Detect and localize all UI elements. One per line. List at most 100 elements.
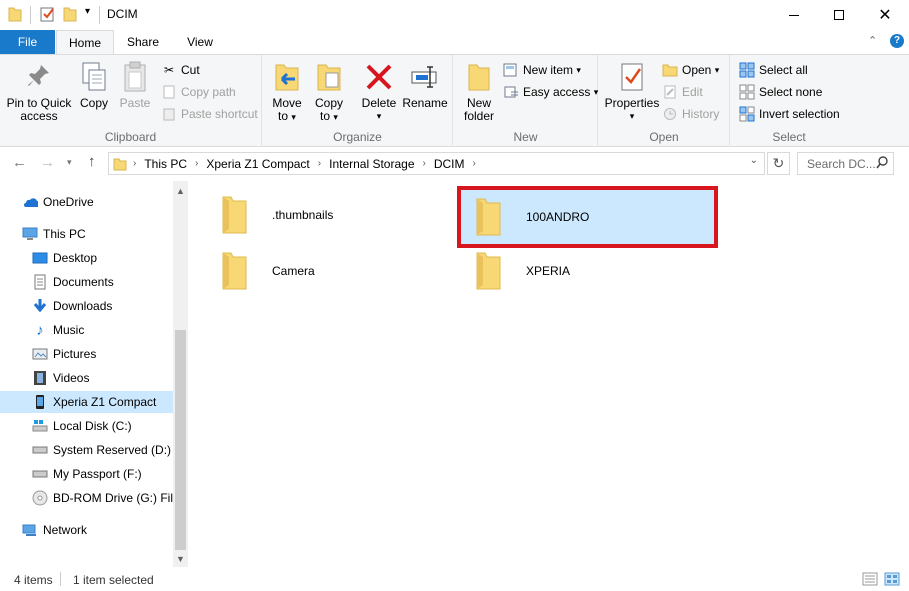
address-bar[interactable]: › This PC › Xperia Z1 Compact › Internal…: [108, 152, 765, 175]
open-group: Properties ▾ Open ▾ Edit History Open: [599, 55, 730, 147]
select-all-button[interactable]: Select all: [739, 60, 808, 80]
navigation-pane: OneDrive This PC Desktop Documents Downl…: [0, 181, 180, 567]
select-group: Select all Select none Invert selection …: [731, 55, 847, 147]
nav-item-xperia[interactable]: Xperia Z1 Compact: [0, 391, 173, 413]
nav-item-system-reserved[interactable]: System Reserved (D:): [32, 439, 171, 461]
file-name: 100ANDRO: [526, 210, 590, 224]
scroll-up-icon[interactable]: ▲: [176, 186, 185, 196]
paste-button[interactable]: Paste: [117, 59, 153, 110]
file-item-100andro[interactable]: 100ANDRO: [457, 186, 718, 248]
close-button[interactable]: ✕: [862, 0, 908, 30]
edit-button[interactable]: Edit: [662, 82, 703, 102]
delete-button[interactable]: Delete ▾: [359, 59, 399, 123]
rename-button[interactable]: Rename: [401, 59, 449, 110]
large-icons-view-icon[interactable]: [884, 572, 900, 589]
nav-item-this-pc[interactable]: This PC: [22, 223, 86, 245]
tab-share[interactable]: Share: [115, 30, 171, 54]
nav-item-videos[interactable]: Videos: [32, 367, 89, 389]
nav-item-onedrive[interactable]: OneDrive: [22, 191, 94, 213]
cut-button[interactable]: ✂ Cut: [161, 60, 200, 80]
documents-icon: [32, 274, 48, 290]
tab-home[interactable]: Home: [56, 30, 114, 54]
nav-item-downloads[interactable]: Downloads: [32, 295, 112, 317]
paste-shortcut-button[interactable]: Paste shortcut: [161, 104, 258, 124]
nav-item-bd-rom[interactable]: BD-ROM Drive (G:) File: [32, 487, 180, 509]
recent-locations-icon[interactable]: ▾: [67, 157, 72, 168]
new-folder-icon[interactable]: [63, 6, 77, 22]
nav-item-desktop[interactable]: Desktop: [32, 247, 97, 269]
collapse-ribbon-icon[interactable]: ⌃: [868, 34, 877, 47]
help-icon[interactable]: ?: [890, 34, 904, 48]
select-none-icon: [739, 84, 755, 100]
breadcrumb-this-pc[interactable]: This PC: [144, 157, 187, 171]
file-name: .thumbnails: [272, 208, 334, 222]
nav-item-my-passport[interactable]: My Passport (F:): [32, 463, 142, 485]
back-arrow-icon[interactable]: ←: [12, 154, 27, 171]
nav-item-network[interactable]: Network: [22, 519, 87, 541]
new-group: New folder New item ▾ Easy access ▾ New: [454, 55, 598, 147]
network-icon: [22, 522, 38, 538]
music-note-icon: ♪: [36, 321, 44, 339]
nav-item-local-disk[interactable]: Local Disk (C:): [32, 415, 132, 437]
breadcrumb-separator-icon: ›: [472, 158, 476, 169]
invert-selection-button[interactable]: Invert selection: [739, 104, 840, 124]
breadcrumb-internal-storage[interactable]: Internal Storage: [329, 157, 414, 171]
folder-icon: [214, 195, 254, 235]
film-icon: [32, 370, 48, 386]
folder-icon: [468, 197, 508, 237]
download-arrow-icon: [32, 298, 48, 314]
nav-item-pictures[interactable]: Pictures: [32, 343, 96, 365]
new-item-button[interactable]: New item ▾: [503, 60, 581, 80]
folder-icon: [8, 6, 22, 22]
search-input[interactable]: Search DC...: [797, 152, 894, 175]
breadcrumb-xperia[interactable]: Xperia Z1 Compact: [206, 157, 309, 171]
new-folder-button[interactable]: New folder: [458, 59, 500, 123]
selection-count: 1 item selected: [73, 573, 154, 587]
properties-check-icon[interactable]: [40, 6, 56, 22]
file-item-thumbnails[interactable]: .thumbnails: [214, 192, 414, 238]
properties-button[interactable]: Properties ▾: [603, 59, 661, 123]
maximize-button[interactable]: [816, 0, 862, 30]
copy-path-button[interactable]: Copy path: [161, 82, 236, 102]
nav-item-documents[interactable]: Documents: [32, 271, 114, 293]
drive-icon: [32, 442, 48, 458]
history-button[interactable]: History: [662, 104, 719, 124]
folder-icon: [214, 251, 254, 291]
move-to-button[interactable]: Move to ▾: [268, 59, 306, 124]
address-dropdown-icon[interactable]: ⌄: [750, 155, 758, 166]
window-title: DCIM: [107, 7, 138, 21]
file-name: Camera: [272, 264, 315, 278]
clipboard-group-label: Clipboard: [104, 130, 157, 144]
select-group-label: Select: [772, 130, 806, 144]
refresh-icon[interactable]: ↻: [767, 152, 790, 175]
title-bar: ▾ DCIM ✕: [0, 0, 909, 30]
forward-arrow-icon[interactable]: →: [40, 154, 55, 171]
copy-to-button[interactable]: Copy to ▾: [310, 59, 348, 124]
new-group-label: New: [513, 130, 538, 144]
scroll-down-icon[interactable]: ▼: [176, 554, 185, 564]
file-item-xperia[interactable]: XPERIA: [468, 248, 668, 294]
details-view-icon[interactable]: [862, 572, 878, 589]
easy-access-button[interactable]: Easy access ▾: [503, 82, 598, 102]
customize-dropdown-icon[interactable]: ▾: [85, 6, 90, 17]
copy-button[interactable]: Copy: [76, 59, 112, 110]
new-item-icon: [503, 62, 519, 78]
open-folder-icon: [662, 62, 678, 78]
breadcrumb-dcim[interactable]: DCIM: [434, 157, 465, 171]
pin-quick-access-button[interactable]: Pin to Quick access: [4, 59, 74, 123]
file-item-camera[interactable]: Camera: [214, 248, 414, 294]
open-button[interactable]: Open ▾: [662, 60, 719, 80]
folder-icon: [468, 251, 508, 291]
up-arrow-icon[interactable]: ↑: [88, 153, 96, 170]
select-none-button[interactable]: Select none: [739, 82, 822, 102]
minimize-button[interactable]: [771, 0, 817, 30]
new-folder-big-icon: [458, 59, 500, 95]
tab-file[interactable]: File: [0, 30, 55, 54]
organize-group: Move to ▾ Copy to ▾ Delete ▾ Rename Orga…: [263, 55, 453, 147]
nav-item-music[interactable]: ♪ Music: [32, 319, 84, 341]
tab-view[interactable]: View: [171, 30, 229, 54]
breadcrumb-separator-icon: ›: [133, 158, 137, 169]
scrollbar-thumb[interactable]: [175, 330, 186, 550]
pin-label-line2: access: [20, 109, 58, 123]
breadcrumb-separator-icon: ›: [195, 158, 199, 169]
